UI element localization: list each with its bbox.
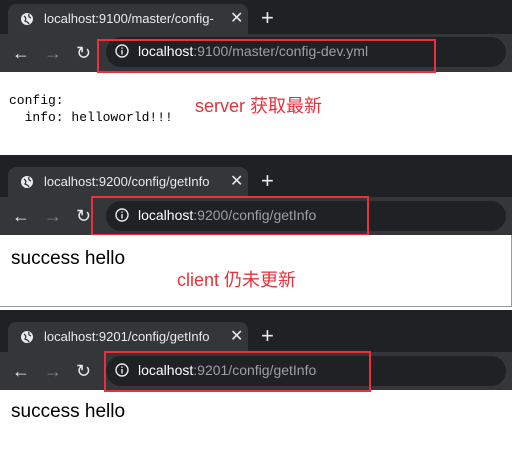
reload-icon[interactable]: ↻ [76, 361, 91, 381]
close-icon[interactable]: ✕ [230, 173, 243, 191]
tab-strip: localhost:9100/master/config- ✕ + [0, 0, 512, 34]
browser-window-1: localhost:9100/master/config- ✕ + ← → ↻ … [0, 0, 512, 150]
close-icon[interactable]: ✕ [230, 10, 243, 28]
plus-icon[interactable]: + [261, 5, 274, 31]
globe-icon [21, 331, 33, 343]
highlight-box [91, 196, 369, 236]
annotation-server: server 获取最新 [195, 96, 323, 116]
back-arrow-icon[interactable]: ← [12, 43, 30, 63]
tab-title: localhost:9100/master/config- [44, 11, 214, 26]
tab-title: localhost:9200/config/getInfo [44, 174, 210, 189]
tab-getinfo-9200[interactable]: localhost:9200/config/getInfo ✕ [8, 167, 248, 197]
close-icon[interactable]: ✕ [230, 328, 243, 346]
forward-arrow-icon[interactable]: → [44, 361, 62, 381]
reload-icon[interactable]: ↻ [76, 206, 91, 226]
forward-arrow-icon[interactable]: → [44, 206, 62, 226]
forward-arrow-icon[interactable]: → [44, 43, 62, 63]
response-text: success hello [11, 401, 126, 422]
plus-icon[interactable]: + [261, 168, 274, 194]
tab-getinfo-9201[interactable]: localhost:9201/config/getInfo ✕ [8, 322, 248, 352]
globe-icon [21, 176, 33, 188]
tab-strip: localhost:9201/config/getInfo ✕ + [0, 310, 512, 352]
annotation-client: client 仍未更新 [177, 270, 297, 290]
reload-icon[interactable]: ↻ [76, 43, 91, 63]
back-arrow-icon[interactable]: ← [12, 361, 30, 381]
response-text: success hello [11, 248, 126, 269]
tab-strip: localhost:9200/config/getInfo ✕ + [0, 155, 512, 197]
plus-icon[interactable]: + [261, 323, 274, 349]
globe-icon [21, 13, 33, 25]
yaml-line-1: config: [9, 93, 64, 108]
tab-config-dev[interactable]: localhost:9100/master/config- ✕ [8, 4, 248, 34]
back-arrow-icon[interactable]: ← [12, 206, 30, 226]
yaml-line-2: info: helloworld!!! [9, 110, 173, 125]
tab-title: localhost:9201/config/getInfo [44, 329, 210, 344]
highlight-box [97, 39, 436, 73]
browser-window-3: localhost:9201/config/getInfo ✕ + ← → ↻ … [0, 310, 512, 466]
highlight-box [104, 351, 371, 392]
